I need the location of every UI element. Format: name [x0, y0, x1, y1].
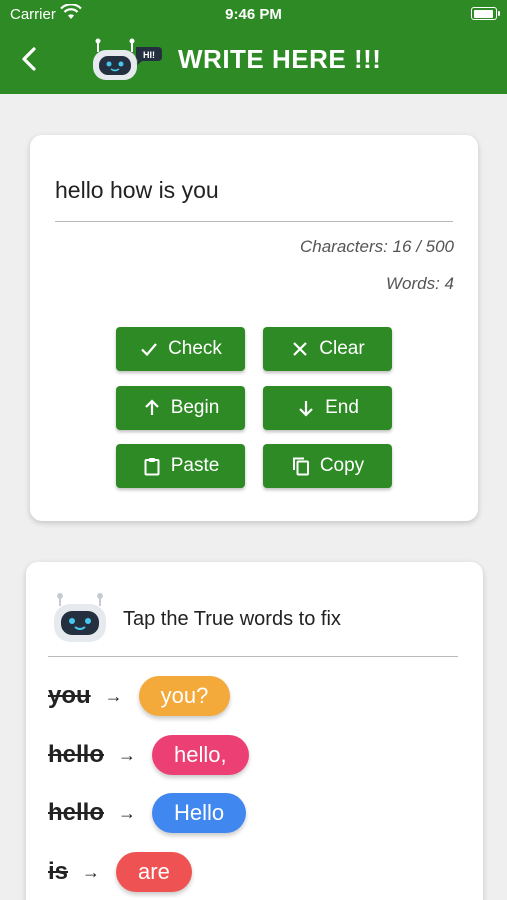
clear-button-label: Clear: [319, 338, 365, 359]
character-count: Characters: 16 / 500: [299, 237, 454, 256]
arrow-up-icon: [144, 399, 159, 415]
arrow-right-icon: →: [118, 744, 137, 765]
status-bar: Carrier 9:46 PM: [0, 0, 507, 28]
wrong-word: hello: [48, 741, 105, 768]
check-button-label: Check: [168, 338, 222, 359]
end-button[interactable]: End: [263, 386, 392, 430]
fix-suggestion-pill[interactable]: are: [116, 852, 192, 892]
robot-logo-icon: HI!: [93, 38, 162, 80]
app-header: Carrier 9:46 PM HI! WRITE HERE !!!: [0, 0, 507, 94]
paste-button[interactable]: Paste: [116, 444, 245, 488]
suggestion-row: hello → Hello: [48, 791, 247, 835]
logo-badge-text: HI!: [143, 50, 155, 60]
begin-button-label: Begin: [170, 397, 220, 418]
clipboard-icon: [144, 458, 160, 476]
close-icon: [293, 342, 308, 356]
arrow-right-icon: →: [104, 685, 123, 706]
arrow-right-icon: →: [82, 861, 101, 882]
editor-card: hello how is you Characters: 16 / 500 Wo…: [30, 135, 478, 521]
robot-avatar-icon: [54, 593, 106, 642]
suggestion-row: is → are: [48, 850, 192, 894]
wrong-word: hello: [48, 799, 105, 826]
copy-button[interactable]: Copy: [263, 444, 392, 488]
battery-icon: [471, 7, 500, 20]
wrong-word: you: [48, 682, 91, 709]
clear-button[interactable]: Clear: [263, 327, 392, 371]
text-input[interactable]: hello how is you: [55, 177, 219, 204]
back-chevron-icon[interactable]: [16, 44, 44, 74]
begin-button[interactable]: Begin: [116, 386, 245, 430]
suggestions-card: Tap the True words to fix you → you? hel…: [26, 562, 483, 900]
suggestion-row: you → you?: [48, 674, 231, 718]
copy-icon: [292, 457, 309, 476]
check-icon: [141, 343, 157, 357]
page-title: WRITE HERE !!!: [178, 44, 382, 74]
suggestion-row: hello → hello,: [48, 733, 249, 777]
word-count: Words: 4: [385, 274, 454, 293]
fix-suggestion-pill[interactable]: you?: [138, 676, 231, 716]
end-button-label: End: [325, 397, 359, 418]
fix-suggestion-pill[interactable]: Hello: [152, 793, 247, 833]
arrow-down-icon: [299, 401, 313, 417]
clock: 9:46 PM: [225, 6, 282, 23]
arrow-right-icon: →: [118, 802, 137, 823]
paste-button-label: Paste: [170, 455, 220, 476]
wrong-word: is: [48, 858, 69, 885]
divider: [48, 656, 458, 657]
suggestions-instruction: Tap the True words to fix: [123, 608, 341, 630]
check-button[interactable]: Check: [116, 327, 245, 371]
input-underline: [55, 221, 453, 222]
copy-button-label: Copy: [319, 455, 365, 476]
fix-suggestion-pill[interactable]: hello,: [152, 735, 249, 775]
